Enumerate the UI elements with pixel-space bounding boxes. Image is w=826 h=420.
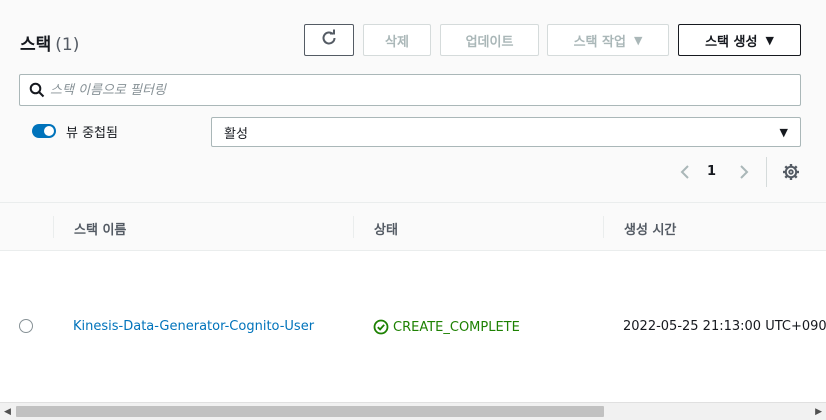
page-title: 스택 (1) [20, 30, 79, 55]
column-separator [353, 216, 354, 238]
column-separator [603, 216, 604, 238]
horizontal-scrollbar[interactable]: ◀ ▶ [0, 402, 826, 420]
table-row: Kinesis-Data-Generator-Cognito-User CREA… [0, 252, 826, 402]
gear-icon [783, 164, 799, 180]
status-filter-value: 활성 [224, 126, 248, 142]
refresh-icon [320, 29, 338, 51]
table-header: 스택 이름 상태 생성 시간 [0, 203, 826, 251]
status-badge: CREATE_COMPLETE [373, 319, 520, 335]
pager-divider [766, 157, 767, 187]
page-title-text: 스택 [20, 35, 52, 55]
row-select-radio[interactable] [19, 319, 33, 333]
stack-count: (1) [55, 35, 80, 55]
search-icon [24, 75, 50, 105]
column-header-created-time[interactable]: 생성 시간 [624, 219, 676, 238]
column-header-stack-name[interactable]: 스택 이름 [74, 219, 126, 238]
chevron-left-icon [680, 165, 689, 179]
search-box[interactable] [19, 74, 801, 106]
check-circle-icon [373, 319, 389, 335]
previous-page-button[interactable] [678, 162, 692, 182]
caret-down-icon: ▼ [779, 126, 788, 139]
scroll-left-icon[interactable]: ◀ [4, 407, 11, 417]
created-time: 2022-05-25 21:13:00 UTC+0900 [623, 319, 826, 334]
create-stack-label: 스택 생성 [705, 34, 758, 50]
nested-view-toggle[interactable] [32, 124, 56, 138]
caret-down-icon: ▼ [765, 33, 774, 47]
create-stack-button[interactable]: 스택 생성 ▼ [678, 24, 801, 56]
status-text: CREATE_COMPLETE [393, 319, 520, 335]
stack-actions-button[interactable]: 스택 작업 ▼ [547, 24, 669, 56]
stacks-header-panel: 스택(1) 삭제 업데이트 스택 작업 ▼ 스택 생성 ▼ 뷰 중첩됨 활성 ▼ [0, 0, 826, 203]
update-button[interactable]: 업데이트 [440, 24, 539, 56]
column-header-status[interactable]: 상태 [374, 219, 398, 238]
stack-actions-label: 스택 작업 [573, 34, 626, 50]
stack-name-link[interactable]: Kinesis-Data-Generator-Cognito-User [73, 319, 314, 334]
status-filter-select[interactable]: 활성 ▼ [211, 117, 801, 147]
nested-view-label: 뷰 중첩됨 [66, 126, 118, 141]
current-page-number[interactable]: 1 [707, 164, 716, 179]
refresh-button[interactable] [304, 24, 354, 56]
scroll-right-icon[interactable]: ▶ [815, 407, 822, 417]
delete-button[interactable]: 삭제 [363, 24, 431, 56]
column-separator [53, 216, 54, 238]
scrollbar-thumb[interactable] [16, 406, 604, 417]
settings-button[interactable] [781, 162, 801, 182]
chevron-right-icon [740, 165, 749, 179]
search-input[interactable] [50, 82, 750, 98]
next-page-button[interactable] [737, 162, 751, 182]
toggle-knob [44, 126, 54, 136]
caret-down-icon: ▼ [633, 33, 643, 47]
